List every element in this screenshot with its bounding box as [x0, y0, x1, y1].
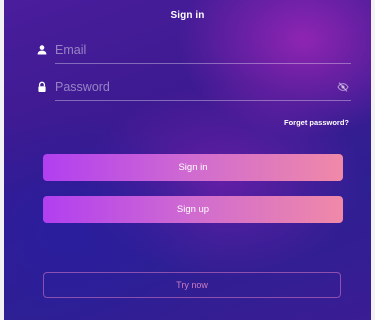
eye-off-icon[interactable]: [337, 81, 349, 93]
lock-icon: [38, 81, 46, 92]
person-icon: [37, 45, 47, 55]
password-input[interactable]: [55, 77, 325, 97]
email-field-row: [36, 40, 351, 64]
page-title: Sign in: [170, 10, 205, 21]
email-underline: [55, 63, 351, 64]
sign-in-button[interactable]: Sign in: [43, 154, 343, 181]
password-field-row: [36, 77, 351, 101]
email-input[interactable]: [55, 40, 325, 60]
password-underline: [55, 100, 351, 101]
app-frame: Sign in Forget password? Sign in: [0, 0, 375, 320]
forgot-password-link[interactable]: Forget password?: [284, 118, 349, 127]
try-now-button[interactable]: Try now: [43, 272, 341, 298]
sign-up-button[interactable]: Sign up: [43, 196, 343, 223]
sign-in-screen: Sign in Forget password? Sign in: [4, 0, 371, 320]
